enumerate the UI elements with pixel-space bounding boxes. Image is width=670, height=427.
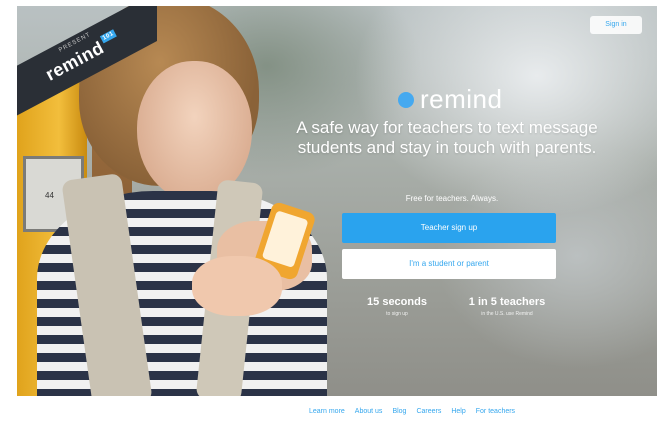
footer-link-help[interactable]: Help <box>451 408 465 415</box>
footer-link-for-teachers[interactable]: For teachers <box>476 408 515 415</box>
brand-logo: remind <box>398 84 502 115</box>
footer-link-about-us[interactable]: About us <box>355 408 383 415</box>
teacher-sign-up-button[interactable]: Teacher sign up <box>342 213 556 243</box>
footer-link-careers[interactable]: Careers <box>416 408 441 415</box>
ribbon-band[interactable]: PRESENT remind101 <box>17 6 157 116</box>
stat-sub: to sign up <box>386 311 408 317</box>
stat-main: 15 seconds <box>367 296 427 308</box>
hero-section: 44 PRESENT remind101 Sign in remind A sa… <box>17 6 657 396</box>
brand-dot-icon <box>398 91 414 108</box>
stat-sub: in the U.S. use Remind <box>481 311 533 317</box>
brand-name: remind <box>420 84 503 114</box>
corner-ribbon[interactable]: PRESENT remind101 <box>17 6 157 116</box>
tagline: A safe way for teachers to text message … <box>296 118 598 157</box>
stat-signup-time: 15 seconds to sign up <box>347 296 447 317</box>
footer-link-learn-more[interactable]: Learn more <box>309 408 345 415</box>
bus-number: 44 <box>45 191 54 200</box>
footer-links: Learn more About us Blog Careers Help Fo… <box>309 408 515 415</box>
sign-in-button[interactable]: Sign in <box>590 16 642 34</box>
stat-main: 1 in 5 teachers <box>468 296 546 308</box>
phone-screen <box>261 210 309 268</box>
hand <box>192 256 282 316</box>
footer-link-blog[interactable]: Blog <box>392 408 406 415</box>
footer: Learn more About us Blog Careers Help Fo… <box>17 396 657 427</box>
free-for-teachers-text: Free for teachers. Always. <box>405 194 499 203</box>
stat-teachers: 1 in 5 teachers in the U.S. use Remind <box>457 296 557 317</box>
student-parent-button[interactable]: I'm a student or parent <box>342 249 556 279</box>
page-frame: 44 PRESENT remind101 Sign in remind A sa… <box>0 0 670 427</box>
